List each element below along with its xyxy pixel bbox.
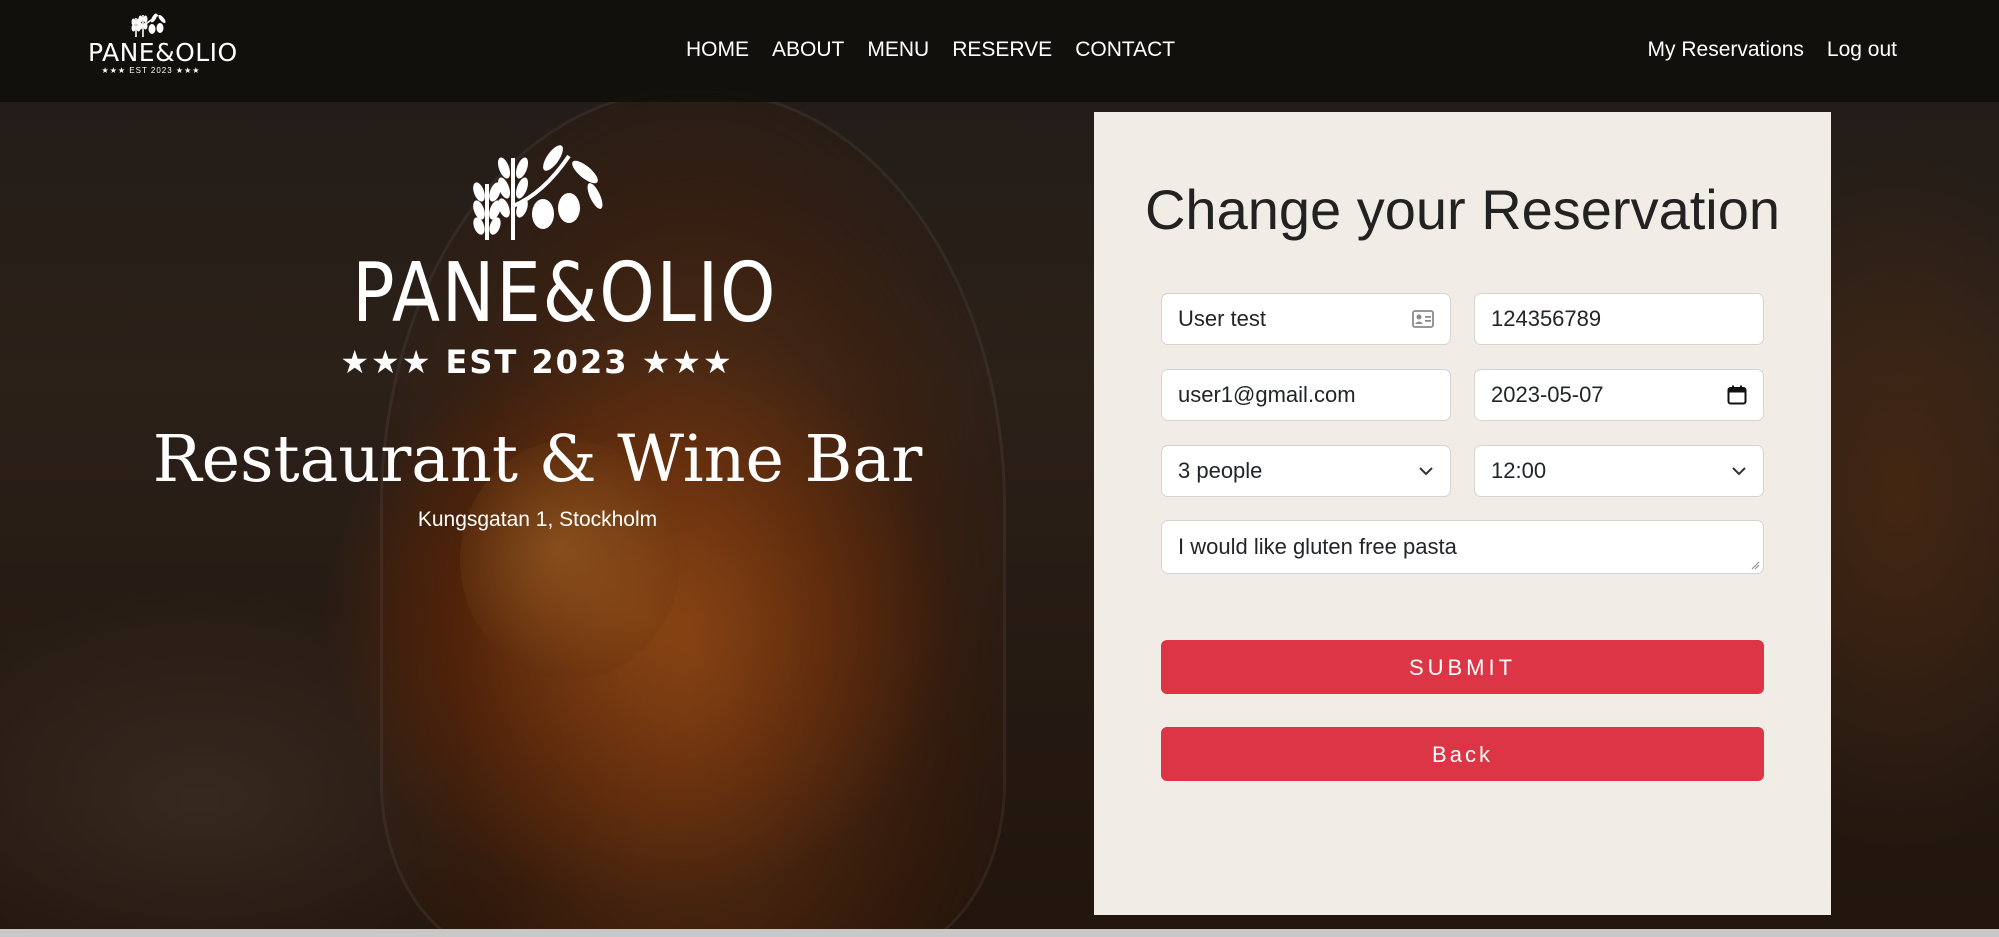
name-input[interactable]: User test [1161, 293, 1451, 345]
date-value: 2023-05-07 [1491, 382, 1604, 407]
hero-logo: PANE&OLIO ★★★ EST 2023 ★★★ [322, 144, 778, 381]
date-input[interactable]: 2023-05-07 [1474, 369, 1764, 421]
page: PANE&OLIO ★★★ EST 2023 ★★★ HOME ABOUT ME… [0, 0, 1999, 937]
message-value: I would like gluten free pasta [1178, 534, 1457, 559]
time-select[interactable]: 12:00 [1474, 445, 1764, 497]
phone-value: 124356789 [1491, 306, 1602, 331]
back-button[interactable]: Back [1161, 727, 1764, 781]
email-value: user1@gmail.com [1178, 382, 1356, 407]
hero-address: Kungsgatan 1, Stockholm [417, 508, 658, 531]
time-value: 12:00 [1491, 458, 1547, 483]
message-textarea[interactable]: I would like gluten free pasta [1161, 520, 1764, 574]
name-value: User test [1178, 306, 1267, 331]
logo-name: PANE&OLIO [88, 38, 238, 67]
site-header: PANE&OLIO ★★★ EST 2023 ★★★ HOME ABOUT ME… [0, 0, 1999, 102]
nav-contact[interactable]: CONTACT [1075, 36, 1175, 64]
email-input[interactable]: user1@gmail.com [1161, 369, 1451, 421]
hero-title: Restaurant & Wine Bar [152, 422, 923, 497]
reservation-form-panel: Change your Reservation User test 124356… [1094, 112, 1831, 915]
contact-card-icon [1412, 310, 1434, 328]
chevron-down-icon [1418, 466, 1434, 476]
nav-menu[interactable]: MENU [867, 36, 929, 64]
hero-logo-name: PANE&OLIO [352, 246, 778, 341]
wheat-olive-branch-icon [131, 13, 166, 37]
calendar-icon[interactable] [1727, 385, 1747, 405]
nav-about[interactable]: ABOUT [772, 36, 844, 64]
phone-input[interactable]: 124356789 [1474, 293, 1764, 345]
user-nav: My Reservations Log out [1648, 36, 1897, 64]
form-title: Change your Reservation [1144, 178, 1781, 241]
wheat-olive-branch-icon [473, 145, 603, 240]
main-nav: HOME ABOUT MENU RESERVE CONTACT [686, 36, 1175, 64]
hero-logo-est: ★★★ EST 2023 ★★★ [340, 343, 734, 381]
resize-handle-icon[interactable] [1750, 560, 1760, 570]
nav-my-reservations[interactable]: My Reservations [1648, 36, 1804, 64]
header-logo[interactable]: PANE&OLIO ★★★ EST 2023 ★★★ [88, 12, 238, 86]
chevron-down-icon [1731, 466, 1747, 476]
nav-log-out[interactable]: Log out [1827, 36, 1897, 64]
logo-est: ★★★ EST 2023 ★★★ [101, 66, 201, 75]
nav-home[interactable]: HOME [686, 36, 749, 64]
submit-button[interactable]: SUBMIT [1161, 640, 1764, 694]
window-bottom-edge [0, 929, 1999, 937]
guests-value: 3 people [1178, 458, 1263, 483]
nav-reserve[interactable]: RESERVE [952, 36, 1052, 64]
guests-select[interactable]: 3 people [1161, 445, 1451, 497]
